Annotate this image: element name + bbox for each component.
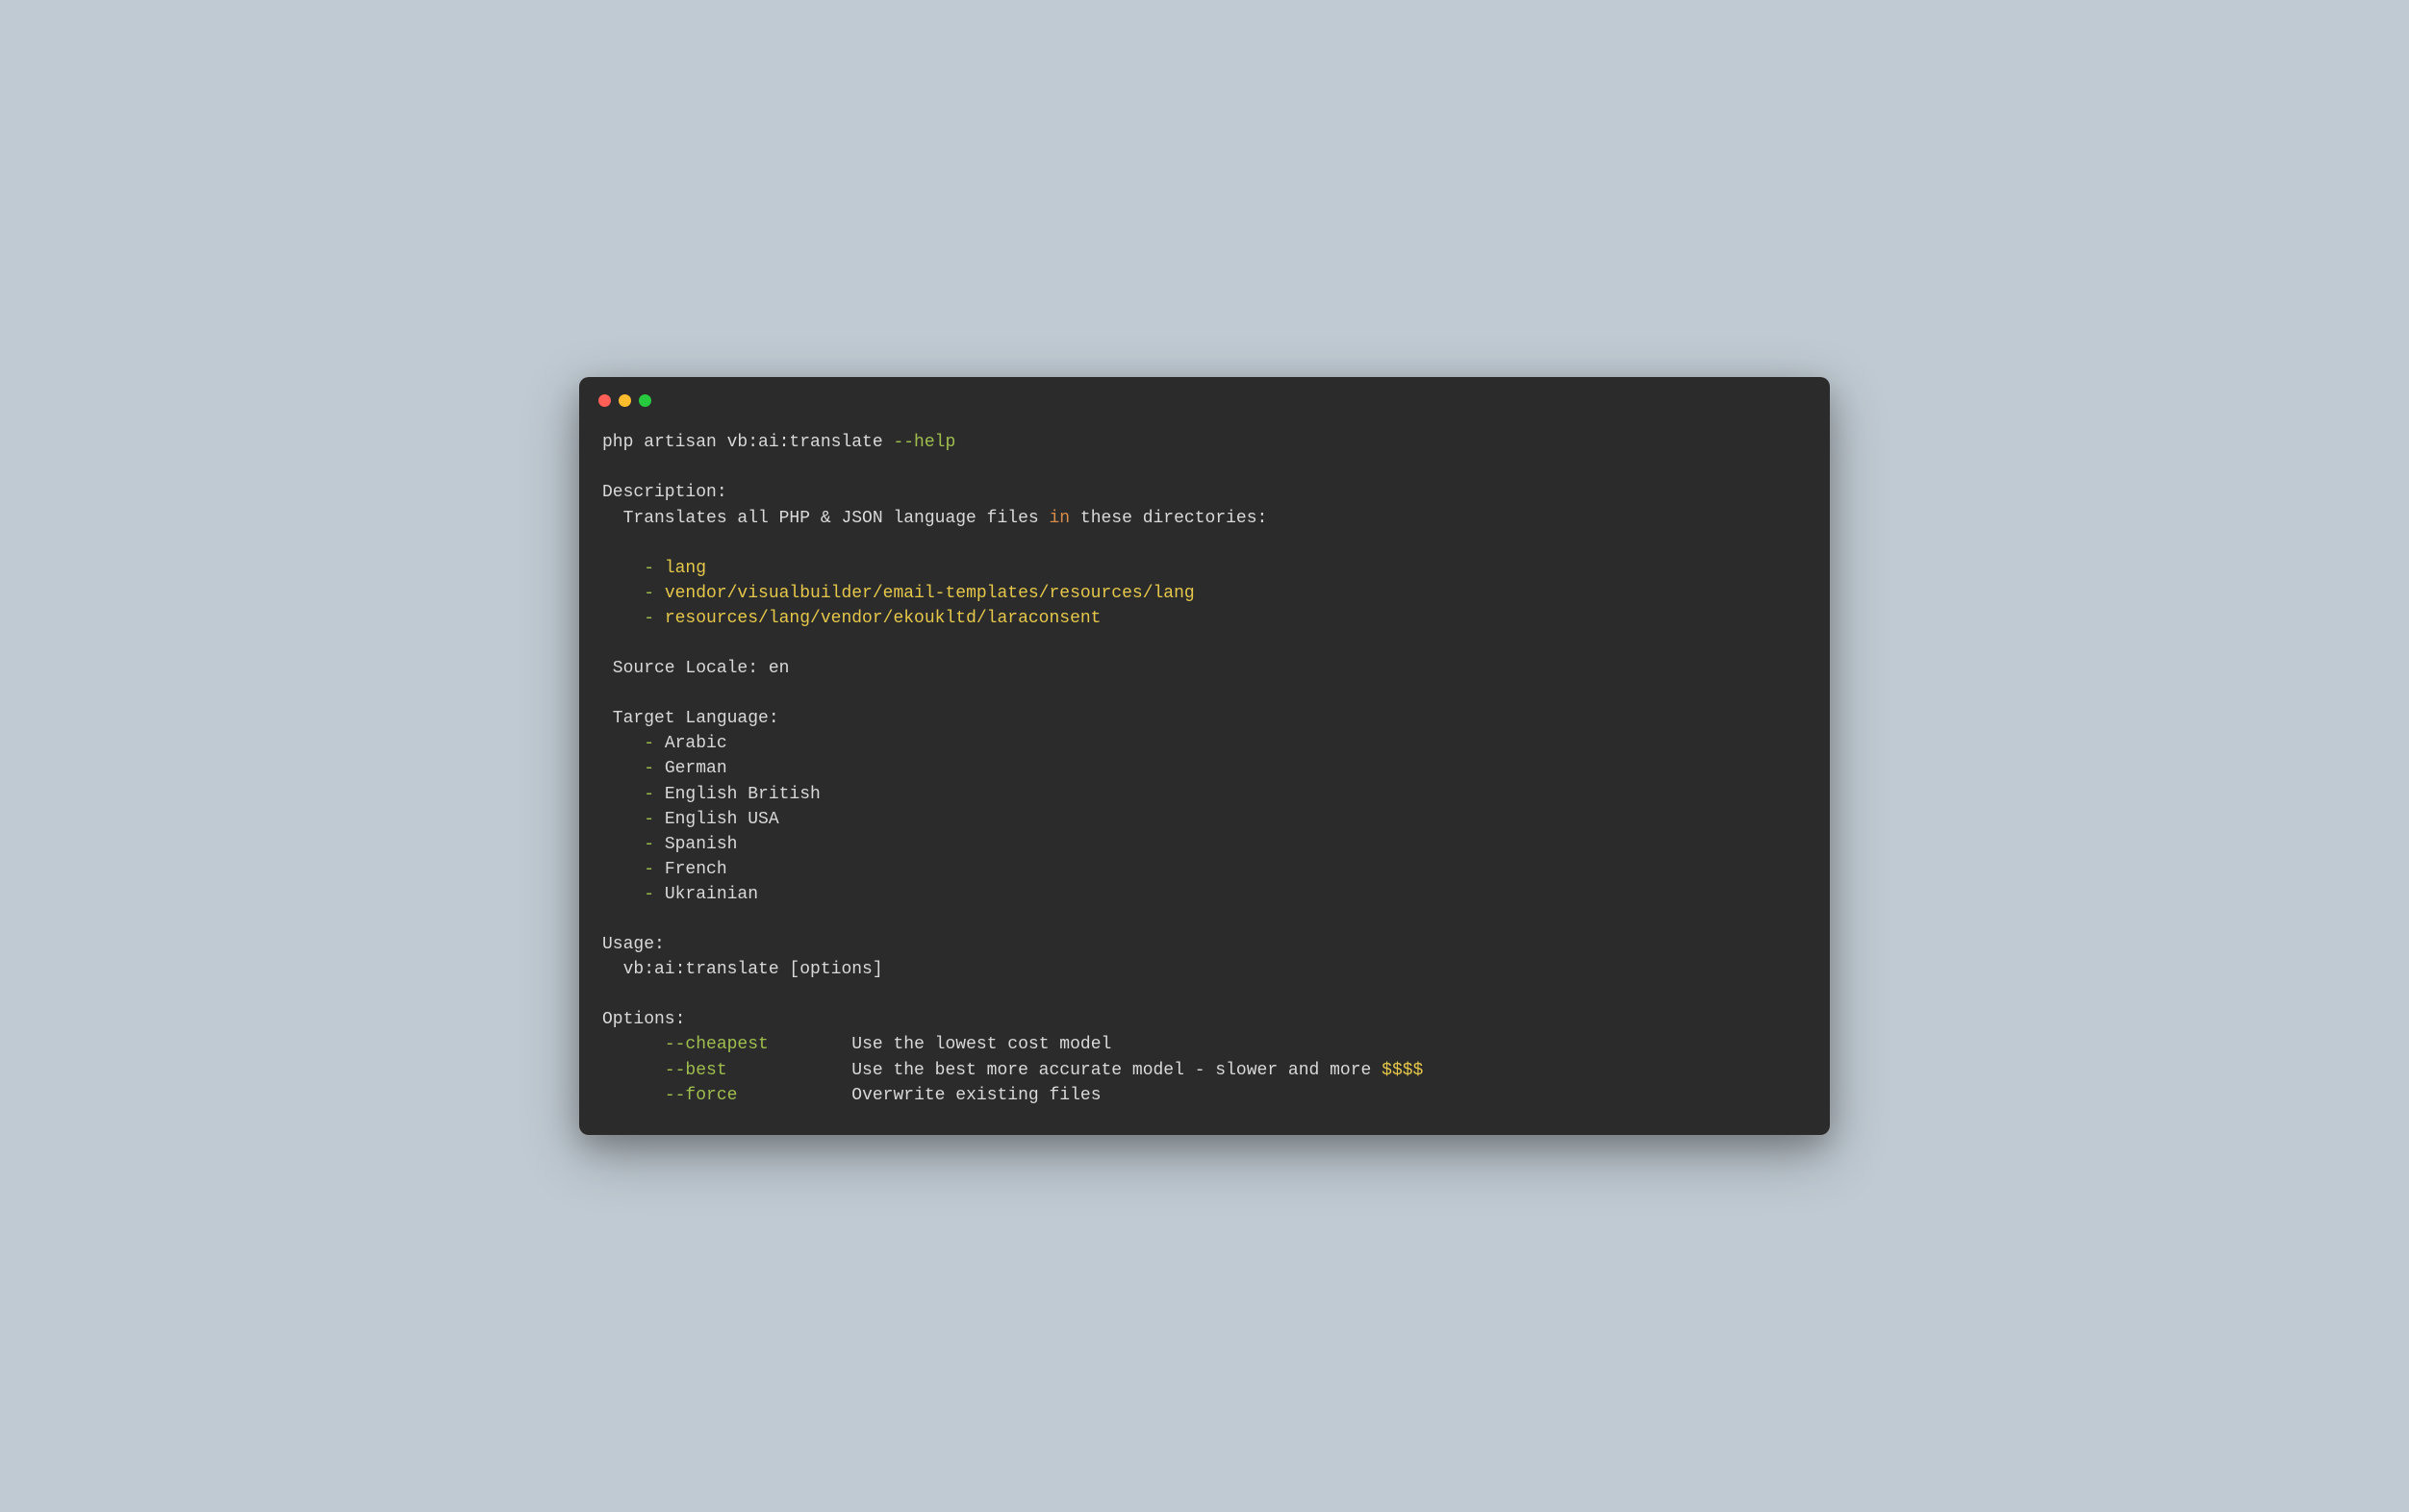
source-locale: Source Locale: en (602, 659, 789, 678)
list-dash: - (602, 885, 665, 904)
description-text-after: these directories: (1070, 509, 1267, 528)
target-lang: English USA (665, 810, 779, 829)
usage-line: vb:ai:translate [options] (602, 960, 883, 979)
option-gap (737, 1086, 851, 1105)
dir-path: vendor/visualbuilder/email-templates/res… (665, 584, 1195, 603)
option-flag: --best (665, 1061, 727, 1080)
option-flag: --cheapest (665, 1035, 769, 1054)
options-header: Options: (602, 1010, 685, 1029)
option-desc: Use the best more accurate model - slowe… (851, 1061, 1382, 1080)
option-desc: Use the lowest cost model (851, 1035, 1111, 1054)
list-dash: - (602, 810, 665, 829)
option-suffix: $$$$ (1382, 1061, 1423, 1080)
target-lang: Spanish (665, 835, 738, 854)
target-lang: French (665, 860, 727, 879)
option-desc: Overwrite existing files (851, 1086, 1101, 1105)
list-dash: - (602, 734, 665, 753)
dir-path: lang (665, 559, 706, 578)
option-gap (727, 1061, 852, 1080)
list-dash: - (602, 835, 665, 854)
target-header: Target Language: (602, 709, 779, 728)
window-title-bar (579, 377, 1830, 416)
description-text: Translates all PHP & JSON language files (602, 509, 1049, 528)
command-prefix: php artisan vb:ai:translate (602, 433, 893, 452)
option-pad (602, 1086, 665, 1105)
list-dash: - (602, 759, 665, 778)
list-dash: - (602, 860, 665, 879)
target-lang: German (665, 759, 727, 778)
close-icon[interactable] (598, 394, 611, 407)
description-header: Description: (602, 483, 727, 502)
target-lang: Arabic (665, 734, 727, 753)
target-lang: Ukrainian (665, 885, 758, 904)
in-keyword: in (1049, 509, 1070, 528)
dir-path: resources/lang/vendor/ekoukltd/laraconse… (665, 609, 1102, 628)
terminal-output: php artisan vb:ai:translate --help Descr… (579, 416, 1830, 1135)
option-pad (602, 1061, 665, 1080)
terminal-window: php artisan vb:ai:translate --help Descr… (579, 377, 1830, 1135)
list-dash: - (602, 559, 665, 578)
option-flag: --force (665, 1086, 738, 1105)
list-dash: - (602, 609, 665, 628)
option-pad (602, 1035, 665, 1054)
usage-header: Usage: (602, 935, 665, 954)
target-lang: English British (665, 785, 821, 804)
list-dash: - (602, 785, 665, 804)
minimize-icon[interactable] (619, 394, 631, 407)
command-flag: --help (893, 433, 955, 452)
maximize-icon[interactable] (639, 394, 651, 407)
list-dash: - (602, 584, 665, 603)
option-gap (769, 1035, 851, 1054)
